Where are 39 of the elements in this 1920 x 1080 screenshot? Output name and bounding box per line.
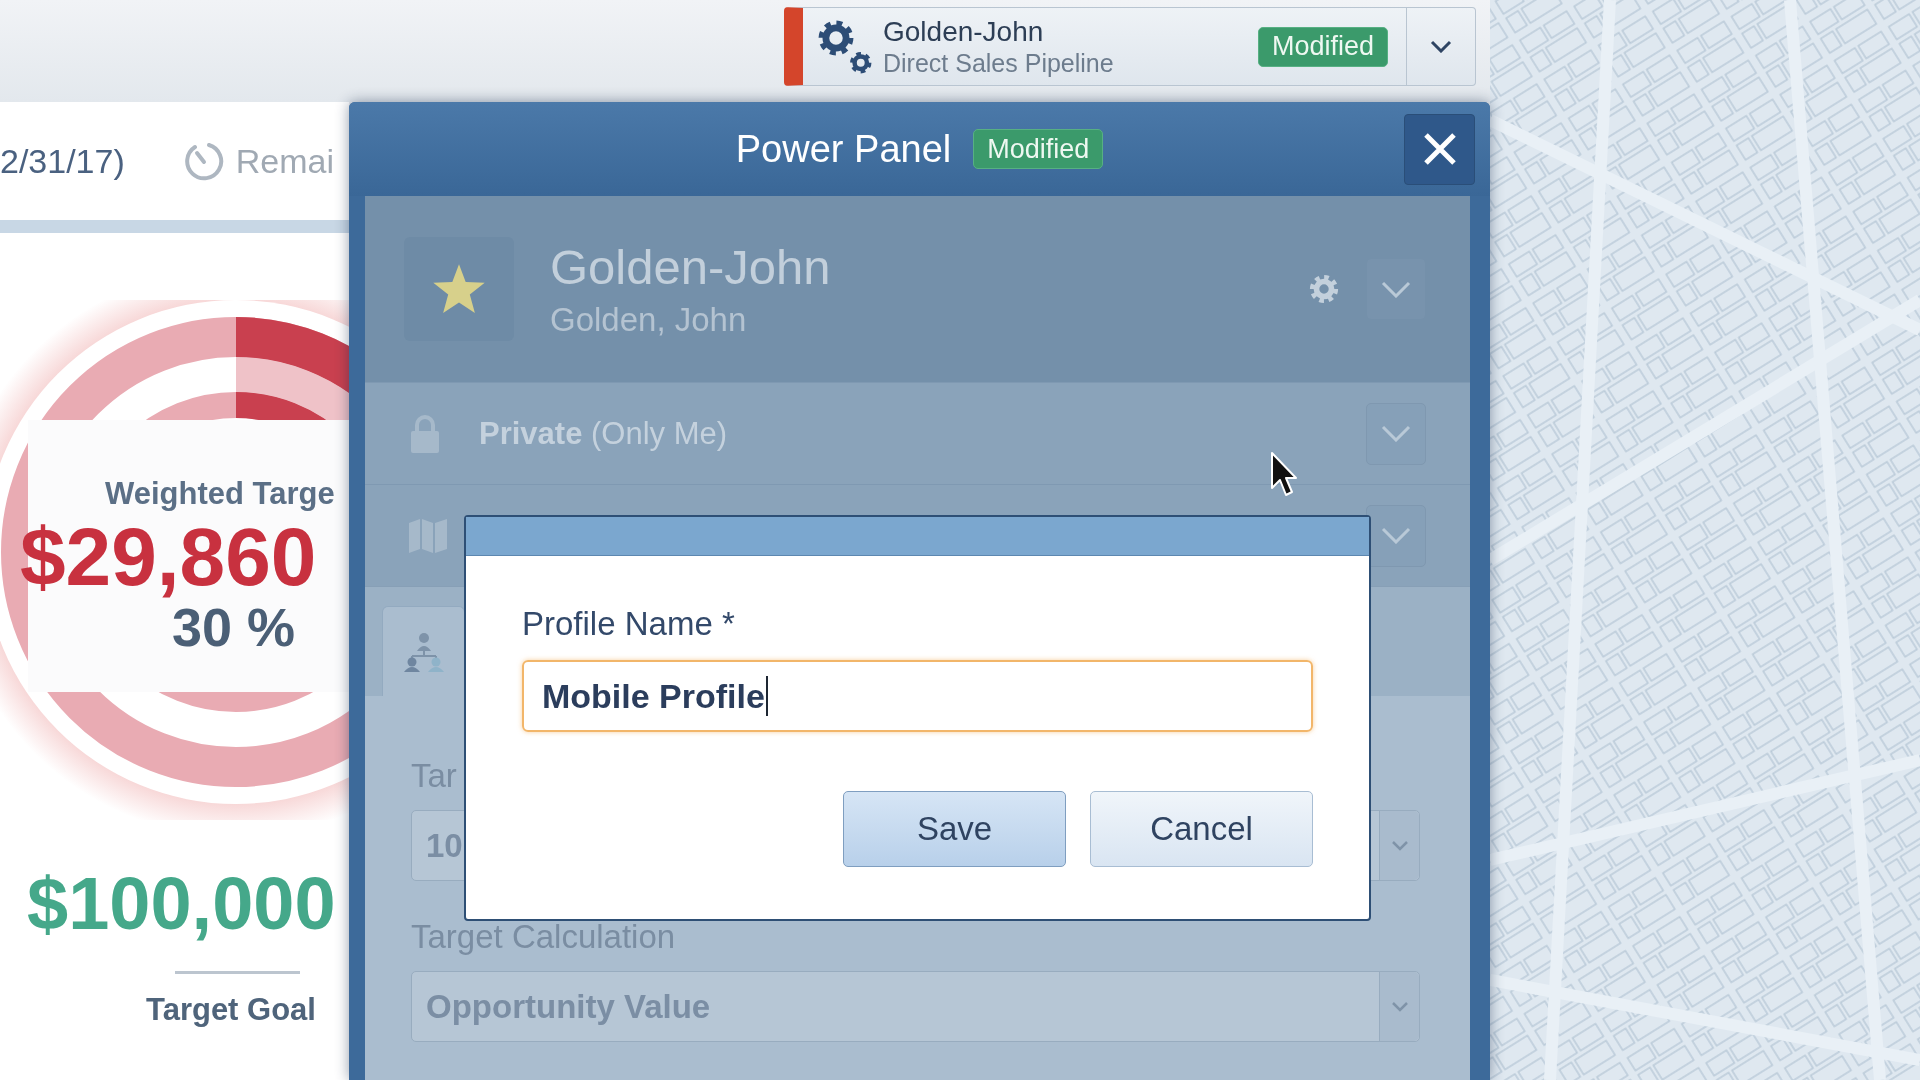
weighted-target-value: $29,860 bbox=[20, 515, 317, 599]
chevron-down-icon bbox=[1390, 840, 1409, 851]
gears-icon bbox=[818, 19, 872, 74]
panel-tab[interactable] bbox=[382, 606, 465, 696]
percent-value: 30 % bbox=[172, 599, 296, 655]
target-goal-label: Target Goal bbox=[146, 992, 316, 1028]
team-icon bbox=[401, 631, 446, 672]
settings-icon[interactable] bbox=[1308, 273, 1340, 305]
mouse-pointer-icon bbox=[1270, 451, 1298, 497]
close-button[interactable] bbox=[1404, 113, 1475, 185]
remaining-label: Remai bbox=[235, 141, 334, 181]
profile-name-input[interactable]: Mobile Profile bbox=[522, 660, 1313, 732]
pipeline-name: Direct Sales Pipeline bbox=[883, 47, 1114, 78]
timer-icon bbox=[182, 140, 225, 182]
chevron-down-icon bbox=[1381, 425, 1411, 442]
privacy-label: Private (Only Me) bbox=[479, 415, 728, 452]
status-badge: Modified bbox=[973, 129, 1104, 169]
lock-icon bbox=[410, 413, 440, 454]
date-range-text: 2/31/17) bbox=[0, 141, 125, 181]
status-badge: Modified bbox=[1258, 26, 1388, 67]
pipeline-selector[interactable]: Golden-John Direct Sales Pipeline Modified bbox=[784, 7, 1476, 86]
pipeline-owner: Golden-John bbox=[883, 15, 1044, 48]
field-label: Profile Name * bbox=[522, 605, 735, 643]
weighted-target-label: Weighted Targe bbox=[105, 476, 335, 512]
favorite-button[interactable] bbox=[404, 237, 514, 341]
chevron-down-icon bbox=[1381, 280, 1411, 298]
chevron-down-icon bbox=[1381, 527, 1411, 544]
profile-full-name: Golden, John bbox=[550, 301, 747, 339]
profile-name: Golden-John bbox=[550, 239, 831, 295]
chevron-down-icon bbox=[1390, 1001, 1409, 1012]
target-goal-value: $100,000 bbox=[27, 864, 336, 944]
dialog-button[interactable]: Save bbox=[843, 791, 1066, 867]
close-icon bbox=[1422, 132, 1457, 166]
text-cursor bbox=[765, 676, 768, 716]
map-icon bbox=[408, 517, 448, 554]
panel-title: Power Panel bbox=[735, 127, 952, 171]
chevron-down-icon bbox=[1430, 40, 1452, 53]
expand-button[interactable] bbox=[1366, 504, 1426, 567]
dialog-button[interactable]: Cancel bbox=[1090, 791, 1313, 867]
